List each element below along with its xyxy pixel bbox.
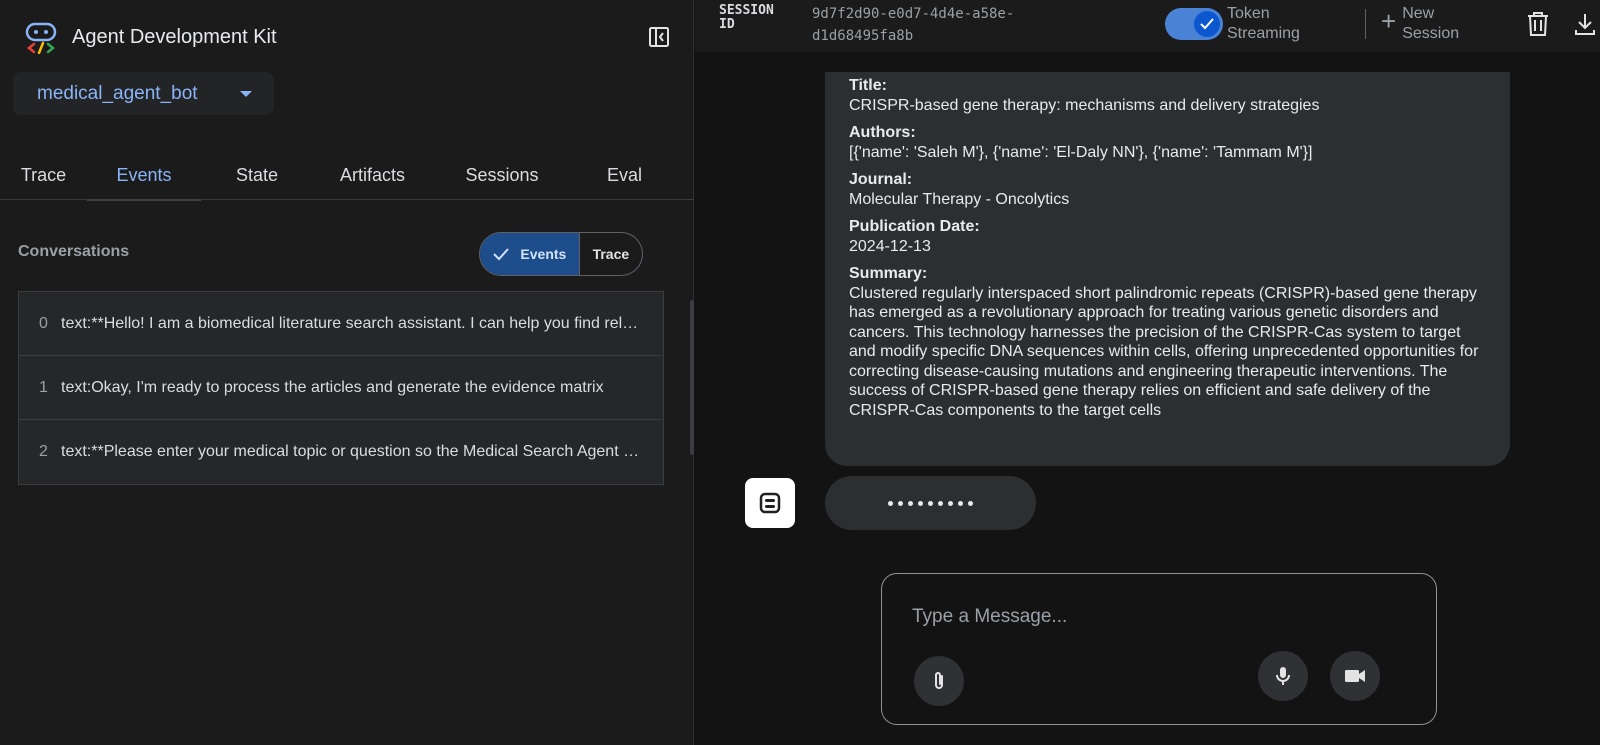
- conversations-heading: Conversations: [18, 243, 130, 260]
- typing-indicator: [825, 476, 1036, 530]
- chat-area: Title: CRISPR-based gene therapy: mechan…: [695, 52, 1600, 745]
- typing-dot: [908, 500, 913, 506]
- download-icon: [1575, 14, 1595, 35]
- session-id-value: 9d7f2d90-e0d7-4d4e-a58e-d1d68495fa8b: [812, 6, 1015, 44]
- side-scrollbar[interactable]: [690, 300, 694, 455]
- adk-logo-icon: [24, 20, 58, 55]
- field-summary-key: Summary:: [849, 265, 928, 282]
- conversation-index: 0: [39, 314, 48, 332]
- conversation-index: 1: [39, 378, 48, 396]
- side-tabs: Trace Events State Artifacts Sessions Ev…: [0, 150, 694, 201]
- collapse-sidebar-button[interactable]: [646, 24, 672, 50]
- toggle-knob: [1194, 11, 1220, 37]
- view-toggle-events[interactable]: Events: [480, 233, 579, 275]
- message-composer: [881, 573, 1437, 725]
- conversation-index: 2: [39, 443, 48, 460]
- paperclip-icon: [935, 672, 943, 689]
- tab-sessions[interactable]: Sessions: [432, 150, 572, 200]
- conversation-item[interactable]: 1 text:Okay, I'm ready to process the ar…: [19, 356, 663, 420]
- field-title-key: Title:: [849, 77, 887, 94]
- check-icon: [493, 248, 510, 261]
- session-id-label: SESSION ID: [719, 3, 774, 32]
- tab-events[interactable]: Events: [87, 150, 201, 201]
- trash-icon: [1528, 12, 1548, 36]
- videocam-icon: [1345, 670, 1365, 682]
- robot-icon: [759, 492, 781, 514]
- dropdown-caret-icon: [240, 91, 252, 97]
- conversation-text: text:**Please enter your medical topic o…: [61, 443, 646, 460]
- typing-dot: [968, 500, 973, 506]
- typing-dot: [898, 500, 903, 506]
- field-summary-value: Clustered regularly interspaced short pa…: [849, 284, 1479, 419]
- typing-dot: [958, 500, 963, 506]
- delete-session-button[interactable]: [1525, 10, 1551, 38]
- app-title: Agent Development Kit: [72, 25, 277, 48]
- toolbar-divider: [1365, 9, 1366, 39]
- conversation-item[interactable]: 2 text:**Please enter your medical topic…: [19, 420, 663, 484]
- typing-dot: [948, 500, 953, 506]
- field-authors-value: [{'name': 'Saleh M'}, {'name': 'El-Daly …: [849, 143, 1313, 161]
- field-journal-value: Molecular Therapy - Oncolytics: [849, 190, 1070, 208]
- token-streaming-label: Token Streaming: [1227, 5, 1300, 42]
- conversation-list: 0 text:**Hello! I am a biomedical litera…: [18, 291, 664, 485]
- tab-eval[interactable]: Eval: [572, 150, 677, 200]
- tab-state[interactable]: State: [201, 150, 313, 200]
- conversation-text: text:Okay, I'm ready to process the arti…: [61, 378, 604, 396]
- brand: Agent Development Kit: [24, 20, 277, 55]
- check-icon: [1200, 18, 1214, 30]
- field-title-value: CRISPR-based gene therapy: mechanisms an…: [849, 96, 1320, 114]
- microphone-icon: [1276, 667, 1290, 685]
- field-authors-key: Authors:: [849, 124, 916, 141]
- session-toolbar: SESSION ID 9d7f2d90-e0d7-4d4e-a58e-d1d68…: [695, 0, 1600, 52]
- agent-selector-value: medical_agent_bot: [37, 82, 198, 104]
- conversation-item[interactable]: 0 text:**Hello! I am a biomedical litera…: [19, 292, 663, 356]
- conversation-text: text:**Hello! I am a biomedical literatu…: [61, 314, 646, 332]
- plus-icon: +: [1381, 6, 1397, 36]
- tab-trace[interactable]: Trace: [0, 150, 87, 200]
- download-button[interactable]: [1574, 10, 1600, 38]
- sidebar-collapse-icon: [649, 27, 669, 47]
- view-toggle-trace[interactable]: Trace: [578, 233, 642, 275]
- agent-message-bubble: Title: CRISPR-based gene therapy: mechan…: [825, 72, 1510, 466]
- attach-button[interactable]: [914, 656, 964, 706]
- field-date-value: 2024-12-13: [849, 237, 931, 255]
- bot-avatar: [745, 478, 795, 528]
- token-streaming-toggle[interactable]: [1165, 8, 1223, 40]
- typing-dot: [928, 500, 933, 506]
- typing-dot: [918, 500, 923, 506]
- typing-dot: [888, 500, 893, 506]
- agent-selector[interactable]: medical_agent_bot: [13, 72, 274, 115]
- new-session-label: New Session: [1402, 5, 1460, 42]
- field-date-key: Publication Date:: [849, 218, 980, 235]
- new-session-button[interactable]: + New Session: [1381, 4, 1466, 44]
- message-input[interactable]: [912, 602, 1392, 632]
- microphone-button[interactable]: [1258, 651, 1308, 701]
- view-toggle: Events Trace: [479, 232, 643, 276]
- video-button[interactable]: [1330, 651, 1380, 701]
- typing-dot: [938, 500, 943, 506]
- side-panel: Agent Development Kit medical_agent_bot …: [0, 0, 694, 745]
- field-journal-key: Journal:: [849, 171, 913, 188]
- tab-artifacts[interactable]: Artifacts: [313, 150, 432, 200]
- view-toggle-events-label: Events: [520, 246, 567, 262]
